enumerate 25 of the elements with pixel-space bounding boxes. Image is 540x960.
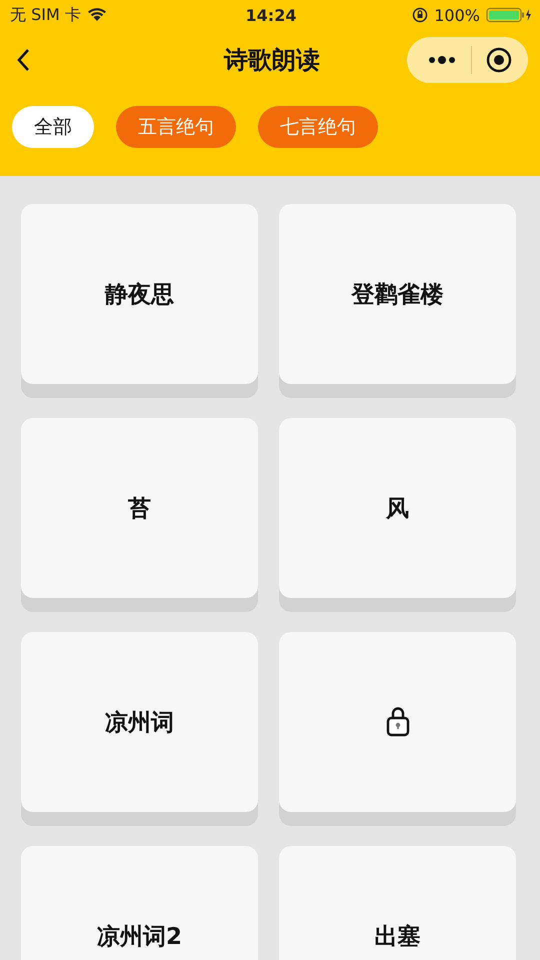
clock-text: 14:24 — [246, 6, 296, 24]
battery-text: 100% — [434, 6, 480, 24]
battery-charging-icon — [486, 7, 532, 23]
poem-card[interactable]: 苔 — [21, 418, 258, 598]
poem-card[interactable]: 凉州词2 — [21, 846, 258, 960]
poem-card[interactable]: 出塞 — [279, 846, 516, 960]
poem-card[interactable]: 风 — [279, 418, 516, 598]
poem-title: 苔 — [128, 494, 151, 524]
poem-title: 风 — [386, 494, 409, 524]
poem-card[interactable]: 登鹳雀楼 — [279, 204, 516, 384]
rotation-lock-icon — [412, 7, 428, 23]
more-icon[interactable] — [427, 55, 457, 65]
carrier-text: 无 SIM 卡 — [10, 4, 81, 26]
poem-title: 凉州词 — [105, 708, 174, 738]
back-icon[interactable] — [16, 48, 30, 72]
poem-title: 出塞 — [374, 922, 420, 952]
page-title: 诗歌朗读 — [224, 45, 320, 76]
poem-title: 凉州词2 — [96, 922, 182, 952]
lock-icon — [386, 707, 410, 737]
poem-card[interactable]: 凉州词 — [21, 632, 258, 812]
poem-title: 静夜思 — [105, 280, 174, 310]
category-tab[interactable]: 全部 — [12, 106, 94, 148]
wifi-icon — [86, 8, 107, 22]
poem-card[interactable]: 静夜思 — [21, 204, 258, 384]
poem-title: 登鹳雀楼 — [352, 280, 444, 310]
